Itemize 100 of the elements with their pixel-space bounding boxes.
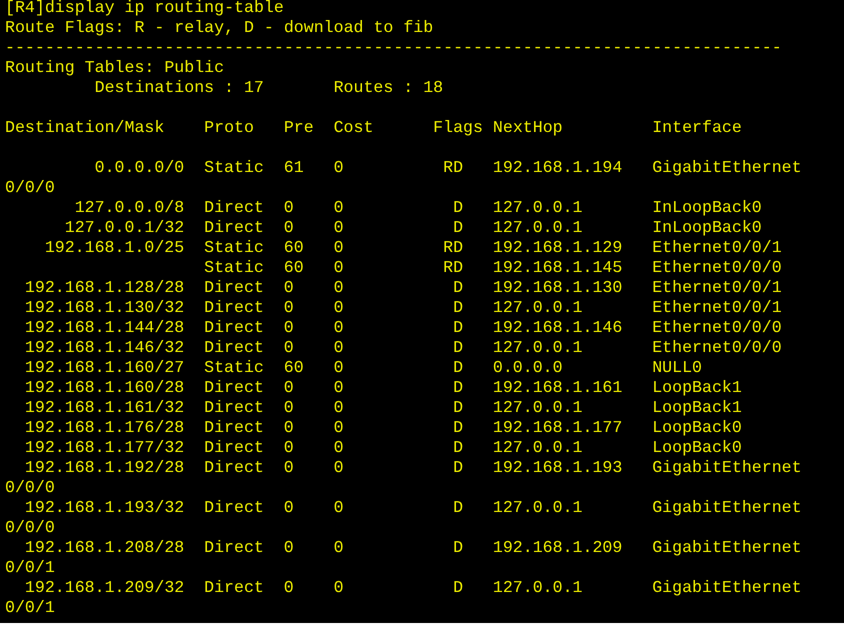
table-cell: 127.0.0.1/32 <box>64 218 184 238</box>
table-cell: 0 <box>284 198 294 217</box>
table-cell: InLoopBack0 <box>652 198 762 217</box>
table-cell: D <box>453 318 464 338</box>
table-cell: 0 <box>284 578 294 597</box>
table-cell: 0 <box>334 218 344 237</box>
table-cell: 0 <box>334 378 344 397</box>
table-cell: 0 <box>284 218 294 237</box>
table-cell: D <box>453 458 464 478</box>
flags-legend: Route Flags: R - relay, D - download to fib <box>5 18 434 37</box>
column-header: Proto <box>204 118 255 138</box>
table-cell: 192.168.1.146/32 <box>24 338 184 358</box>
table-cell: 127.0.0.1 <box>492 338 583 357</box>
table-cell: D <box>453 218 464 238</box>
table-cell: D <box>453 358 464 378</box>
table-cell: 0 <box>284 418 294 437</box>
table-cell: Direct <box>204 338 264 357</box>
table-cell: Ethernet0/0/1 <box>652 238 782 257</box>
table-cell: 0 <box>334 418 344 437</box>
table-cell: 0 <box>334 258 344 277</box>
table-cell: 0 <box>334 438 344 457</box>
table-cell: 192.168.1.208/28 <box>24 538 184 558</box>
table-cell: 0 <box>334 578 344 597</box>
table-cell: LoopBack0 <box>652 438 742 457</box>
table-cell: 0 <box>284 498 294 517</box>
separator-line: ------------------------------------------------------------------------------ <box>5 38 782 57</box>
table-cell: 192.168.1.144/28 <box>24 318 184 338</box>
table-cell: Ethernet0/0/0 <box>652 318 782 337</box>
table-cell: D <box>453 338 464 358</box>
table-cell: Static <box>204 258 264 277</box>
table-cell: 127.0.0.0/8 <box>74 198 184 218</box>
table-cell: Direct <box>204 298 264 317</box>
table-cell: D <box>453 398 464 418</box>
table-cell: 192.168.1.193/32 <box>24 498 184 518</box>
table-cell: 0 <box>334 158 344 177</box>
table-cell: D <box>453 578 464 598</box>
table-title: Routing Tables: Public <box>5 58 224 77</box>
table-cell: 0 <box>284 318 294 337</box>
table-cell: 127.0.0.1 <box>492 578 583 597</box>
table-cell: 127.0.0.1 <box>492 298 583 317</box>
table-cell: 0 <box>334 538 344 557</box>
table-cell: Direct <box>204 438 264 457</box>
column-header: NextHop <box>492 118 564 138</box>
table-cell: 127.0.0.1 <box>492 198 583 217</box>
table-cell: 0 <box>284 438 294 457</box>
table-cell: 192.168.1.209/32 <box>24 578 184 598</box>
table-cell: 192.168.1.130 <box>492 278 622 297</box>
table-cell: 192.168.1.130/32 <box>24 298 184 318</box>
table-cell: 0 <box>284 378 294 397</box>
table-cell: D <box>453 418 464 438</box>
table-cell: D <box>453 378 464 398</box>
table-cell: 192.168.1.146 <box>492 318 622 337</box>
table-cell: 0/0/0 <box>5 478 55 497</box>
table-cell: 127.0.0.1 <box>492 218 583 237</box>
table-cell: GigabitEthernet <box>652 158 802 177</box>
table-cell: Static <box>204 158 264 177</box>
table-cell: 0/0/1 <box>5 558 55 577</box>
table-cell: D <box>453 498 464 518</box>
table-cell: Ethernet0/0/1 <box>652 278 782 297</box>
table-cell: 192.168.1.145 <box>492 258 622 277</box>
table-cell: 0/0/0 <box>5 178 55 197</box>
table-cell: 0 <box>284 538 294 557</box>
destinations-count: Destinations : 17 <box>94 78 265 98</box>
table-cell: Static <box>204 358 264 377</box>
table-cell: GigabitEthernet <box>652 458 802 477</box>
table-cell: Ethernet0/0/0 <box>652 258 782 277</box>
table-cell: 0 <box>334 358 344 377</box>
table-cell: 192.168.1.177 <box>492 418 622 437</box>
table-cell: D <box>453 198 464 218</box>
table-cell: 60 <box>284 358 304 377</box>
table-cell: 192.168.1.161 <box>492 378 622 397</box>
table-cell: Ethernet0/0/0 <box>652 338 782 357</box>
table-cell: 192.168.1.193 <box>492 458 622 477</box>
table-cell: 192.168.1.192/28 <box>24 458 184 478</box>
table-cell: D <box>453 298 464 318</box>
table-cell: 192.168.1.209 <box>492 538 622 557</box>
table-cell: 192.168.1.160/27 <box>24 358 184 378</box>
table-cell: 0 <box>284 398 294 417</box>
table-cell: 127.0.0.1 <box>492 498 583 517</box>
table-cell: 0 <box>334 458 344 477</box>
table-cell: 192.168.1.160/28 <box>24 378 184 398</box>
column-header: Destination/Mask <box>5 118 166 138</box>
table-cell: D <box>453 538 464 558</box>
table-cell: Direct <box>204 218 264 237</box>
table-cell: 0 <box>334 198 344 217</box>
table-cell: D <box>453 278 464 298</box>
table-cell: 192.168.1.194 <box>492 158 622 177</box>
table-cell: 0 <box>334 298 344 317</box>
table-cell: GigabitEthernet <box>652 498 802 517</box>
table-cell: 127.0.0.1 <box>492 438 583 457</box>
routes-count: Routes : 18 <box>334 78 444 98</box>
table-cell: Direct <box>204 498 264 517</box>
column-header: Cost <box>334 118 374 138</box>
table-cell: RD <box>443 258 464 278</box>
table-cell: Direct <box>204 378 264 397</box>
table-cell: 0 <box>334 498 344 517</box>
table-cell: Static <box>204 238 264 257</box>
column-header: Interface <box>652 118 742 138</box>
table-cell: 127.0.0.1 <box>492 398 583 417</box>
table-cell: Ethernet0/0/1 <box>652 298 782 317</box>
